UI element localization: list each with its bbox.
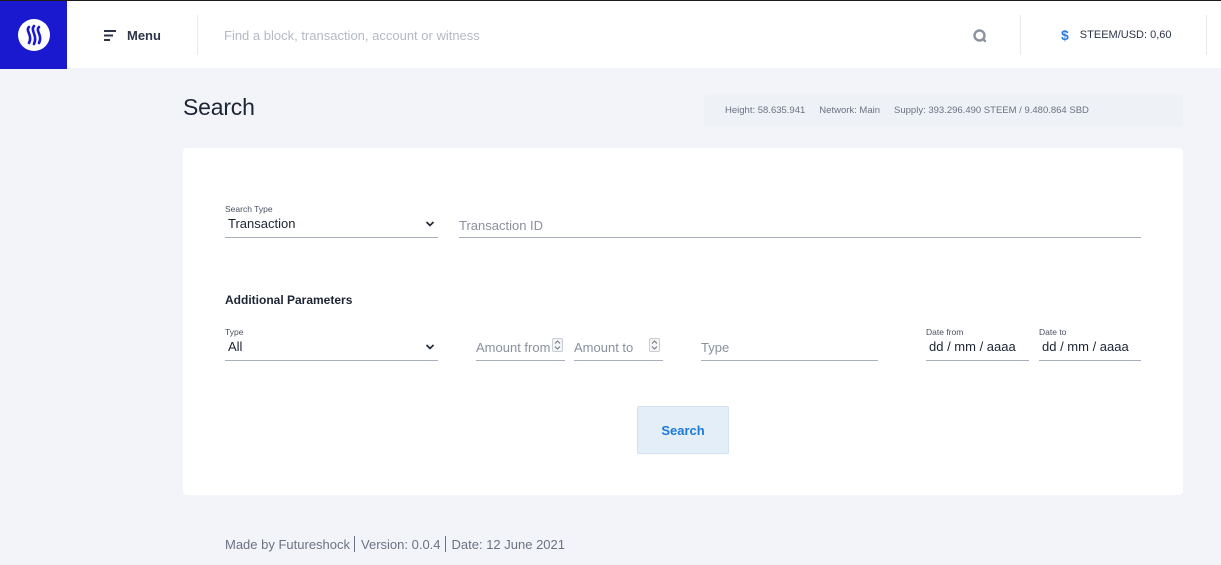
steem-logo[interactable] xyxy=(0,1,67,69)
date-from-input[interactable]: Date from dd / mm / aaaa xyxy=(926,327,1029,361)
page-title: Search xyxy=(183,94,255,120)
operation-type-input[interactable]: Type xyxy=(701,337,878,361)
network-name: Network: Main xyxy=(819,104,881,116)
field-underline xyxy=(574,360,663,361)
footer-made-by: Made by Futureshock xyxy=(225,536,351,552)
supply-info: Supply: 393.296.490 STEEM / 9.480.864 SB… xyxy=(894,104,1089,116)
amount-from-placeholder: Amount from xyxy=(476,340,551,355)
menu-label: Menu xyxy=(127,27,161,43)
type-value: All xyxy=(228,339,243,354)
chevron-down-icon xyxy=(425,344,435,350)
field-underline xyxy=(225,360,438,361)
chevron-down-icon xyxy=(425,221,435,227)
footer-separator xyxy=(354,536,356,552)
steem-logo-icon xyxy=(17,19,50,51)
divider xyxy=(1020,15,1021,55)
operation-type-placeholder: Type xyxy=(701,340,730,355)
chain-stats: Height: 58.635.941 Network: Main Supply:… xyxy=(704,94,1183,126)
search-icon[interactable] xyxy=(972,28,988,44)
steem-price-label: STEEM/USD: 0,60 xyxy=(1079,29,1172,41)
date-to-value: dd / mm / aaaa xyxy=(1042,339,1129,354)
type-label: Type xyxy=(225,327,244,337)
block-height: Height: 58.635.941 xyxy=(725,104,806,116)
search-type-select[interactable]: Search Type Transaction xyxy=(225,204,438,238)
global-search-input[interactable] xyxy=(224,27,954,43)
footer: Made by Futureshock Version: 0.0.4 Date:… xyxy=(225,536,565,552)
transaction-id-input[interactable]: Transaction ID xyxy=(459,214,1141,238)
additional-parameters-title: Additional Parameters xyxy=(225,293,353,307)
date-to-input[interactable]: Date to dd / mm / aaaa xyxy=(1039,327,1141,361)
steem-price: $ STEEM/USD: 0,60 xyxy=(1061,26,1172,44)
search-type-label: Search Type xyxy=(225,204,273,214)
field-underline xyxy=(459,237,1141,238)
date-from-value: dd / mm / aaaa xyxy=(929,339,1016,354)
top-bar: Menu $ STEEM/USD: 0,60 xyxy=(0,0,1221,69)
transaction-id-placeholder: Transaction ID xyxy=(459,218,544,233)
type-select[interactable]: Type All xyxy=(225,327,438,361)
field-underline xyxy=(1039,360,1141,361)
footer-separator xyxy=(444,536,446,552)
date-from-label: Date from xyxy=(926,327,964,337)
search-type-value: Transaction xyxy=(228,216,296,231)
menu-icon xyxy=(104,29,116,41)
spinner-icon[interactable] xyxy=(649,338,660,352)
field-underline xyxy=(225,237,438,238)
menu-button[interactable]: Menu xyxy=(104,23,161,47)
amount-to-placeholder: Amount to xyxy=(574,340,634,355)
search-card: Search Type Transaction Transaction ID A… xyxy=(183,148,1183,495)
dollar-icon: $ xyxy=(1061,27,1069,43)
divider xyxy=(1206,15,1207,55)
divider xyxy=(197,15,198,55)
footer-version: Version: 0.0.4 xyxy=(361,536,441,552)
search-button[interactable]: Search xyxy=(637,406,729,454)
global-search xyxy=(224,21,990,49)
date-to-label: Date to xyxy=(1039,327,1067,337)
amount-to-input[interactable]: Amount to xyxy=(574,337,663,361)
field-underline xyxy=(476,360,565,361)
amount-from-input[interactable]: Amount from xyxy=(476,337,565,361)
field-underline xyxy=(701,360,878,361)
field-underline xyxy=(926,360,1029,361)
spinner-icon[interactable] xyxy=(552,338,563,352)
footer-date: Date: 12 June 2021 xyxy=(451,536,565,552)
